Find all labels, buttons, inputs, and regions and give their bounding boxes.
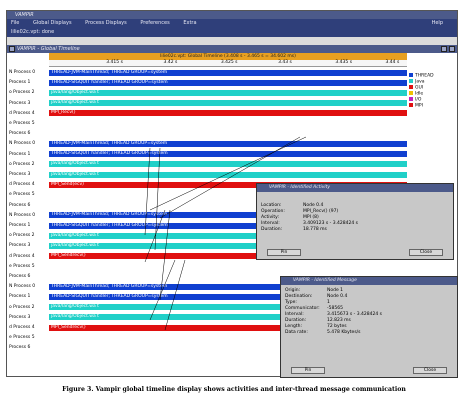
message-line [144, 209, 166, 263]
message-close-button[interactable]: Close [413, 367, 447, 374]
activity-field-key: Interval: [261, 221, 280, 226]
activity-popup-title: VAMPIR - Identified Activity [257, 184, 453, 192]
message-field-key: Duration: [285, 318, 307, 323]
message-line [159, 209, 171, 301]
message-pin-button[interactable]: Pin [291, 367, 325, 374]
message-field-key: Destination: [285, 294, 313, 299]
activity-field: Duration: 18.778 ms [257, 227, 453, 233]
message-field: Data rate: 5.478 Kbytes/s [281, 330, 457, 336]
message-field-key: Communicator: [285, 306, 320, 311]
message-field-key: Interval: [285, 312, 304, 317]
message-field-key: Length: [285, 324, 303, 329]
activity-close-button[interactable]: Close [409, 249, 443, 256]
message-field-key: Origin: [285, 288, 301, 293]
activity-pin-button[interactable]: Pin [267, 249, 301, 256]
message-line [149, 259, 176, 321]
activity-field-key: Operation: [261, 209, 285, 214]
message-line [164, 259, 186, 331]
message-field-key: Type: [285, 300, 297, 305]
figure-caption: Figure 3. Vampir global timeline display… [62, 386, 406, 393]
message-popup-title: VAMPIR - Identified Message [281, 277, 457, 285]
message-field-value: 5.478 Kbytes/s [327, 330, 361, 335]
activity-field-value: 18.778 ms [303, 227, 327, 232]
activity-field-key: Activity: [261, 215, 280, 220]
message-field-key: Data rate: [285, 330, 308, 335]
identified-activity-popup: VAMPIR - Identified Activity Location: No… [256, 183, 454, 260]
activity-field-key: Location: [261, 203, 282, 208]
identified-message-popup: VAMPIR - Identified Message Origin: Node … [280, 276, 458, 378]
message-line [144, 147, 151, 236]
activity-field-key: Duration: [261, 227, 283, 232]
